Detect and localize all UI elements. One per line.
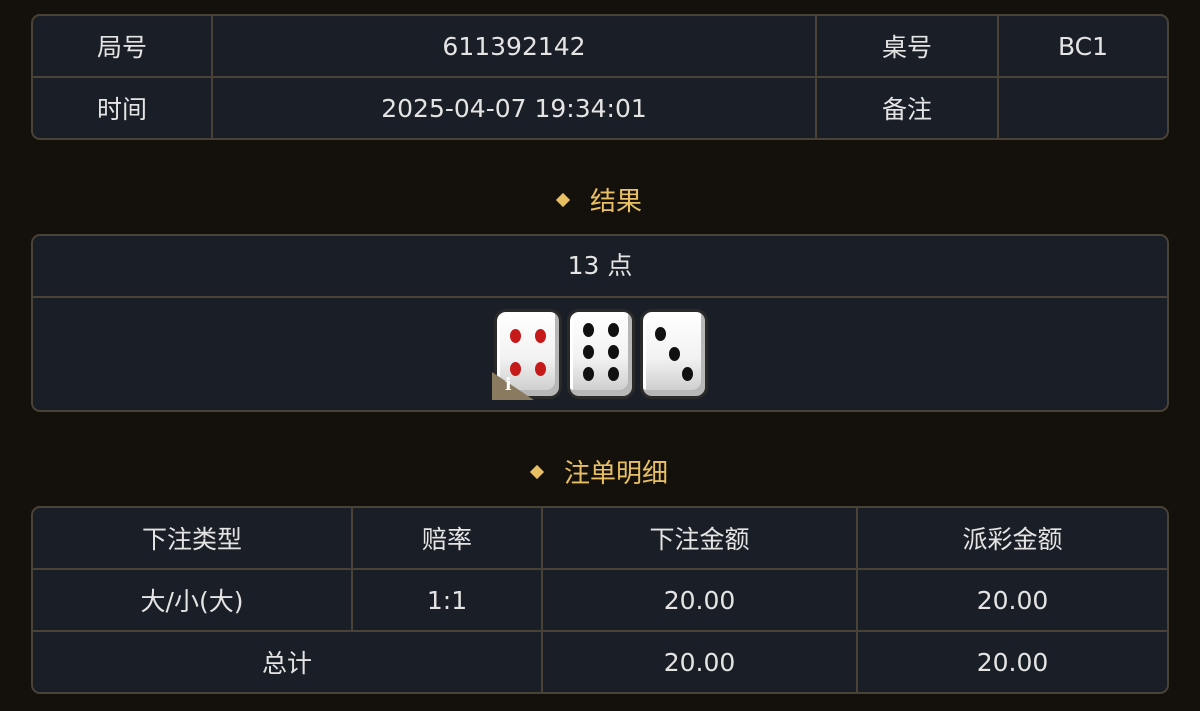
header-payout: 派彩金额 — [858, 508, 1167, 570]
round-value: 611392142 — [213, 16, 817, 78]
dice-pip — [654, 326, 666, 341]
dice-pip — [583, 345, 595, 360]
table-value: BC1 — [999, 16, 1167, 78]
dice-pip — [607, 323, 619, 338]
dice-pip — [607, 345, 619, 360]
table-row: 大/小(大) 1:1 20.00 20.00 — [33, 570, 1167, 632]
round-row: 局号 611392142 桌号 BC1 — [33, 16, 1167, 78]
remark-value — [999, 78, 1167, 138]
bet-amount-cell: 20.00 — [543, 570, 858, 632]
round-label: 局号 — [33, 16, 213, 78]
result-panel: 13 点 i — [31, 234, 1169, 412]
dice-pip — [510, 328, 522, 343]
dice-icon — [640, 309, 708, 399]
total-bet-amount: 20.00 — [543, 632, 858, 692]
dice-pip — [668, 347, 680, 361]
header-bet-type: 下注类型 — [33, 508, 353, 570]
diamond-icon — [555, 192, 571, 208]
odds-cell: 1:1 — [353, 570, 543, 632]
dice-pip — [607, 367, 619, 382]
round-info-table: 局号 611392142 桌号 BC1 时间 2025-04-07 19:34:… — [31, 14, 1169, 140]
dice-pip — [682, 367, 694, 382]
dice-row: i — [33, 298, 1167, 410]
bets-title-text: 注单明细 — [563, 459, 668, 489]
bet-record-page: 局号 611392142 桌号 BC1 时间 2025-04-07 19:34:… — [0, 0, 1200, 711]
dice-pip — [583, 367, 595, 382]
bets-section-title: 注单明细 — [0, 454, 1200, 494]
bet-details-table: 下注类型 赔率 下注金额 派彩金额 大/小(大) 1:1 20.00 20.00… — [31, 506, 1169, 694]
result-points: 13 点 — [33, 236, 1167, 298]
info-icon-letter[interactable]: i — [505, 375, 511, 395]
total-row: 总计 20.00 20.00 — [33, 632, 1167, 692]
result-title-text: 结果 — [589, 187, 642, 217]
time-label: 时间 — [33, 78, 213, 138]
info-icon[interactable] — [492, 372, 534, 400]
payout-cell: 20.00 — [858, 570, 1167, 632]
total-payout: 20.00 — [976, 647, 1049, 677]
header-bet-amount: 下注金额 — [543, 508, 858, 570]
remark-label: 备注 — [817, 78, 999, 138]
dice-pip — [534, 328, 546, 343]
dice-pip — [583, 323, 595, 338]
diamond-icon — [529, 464, 545, 480]
table-label: 桌号 — [817, 16, 999, 78]
table-header-row: 下注类型 赔率 下注金额 派彩金额 — [33, 508, 1167, 570]
dice-pip — [534, 362, 546, 377]
dice-icon — [567, 309, 635, 399]
bet-type-cell: 大/小(大) — [33, 570, 353, 632]
total-label: 总计 — [33, 632, 543, 692]
time-row: 时间 2025-04-07 19:34:01 备注 — [33, 78, 1167, 138]
header-odds: 赔率 — [353, 508, 543, 570]
result-section-title: 结果 — [0, 182, 1200, 222]
time-value: 2025-04-07 19:34:01 — [213, 78, 817, 138]
